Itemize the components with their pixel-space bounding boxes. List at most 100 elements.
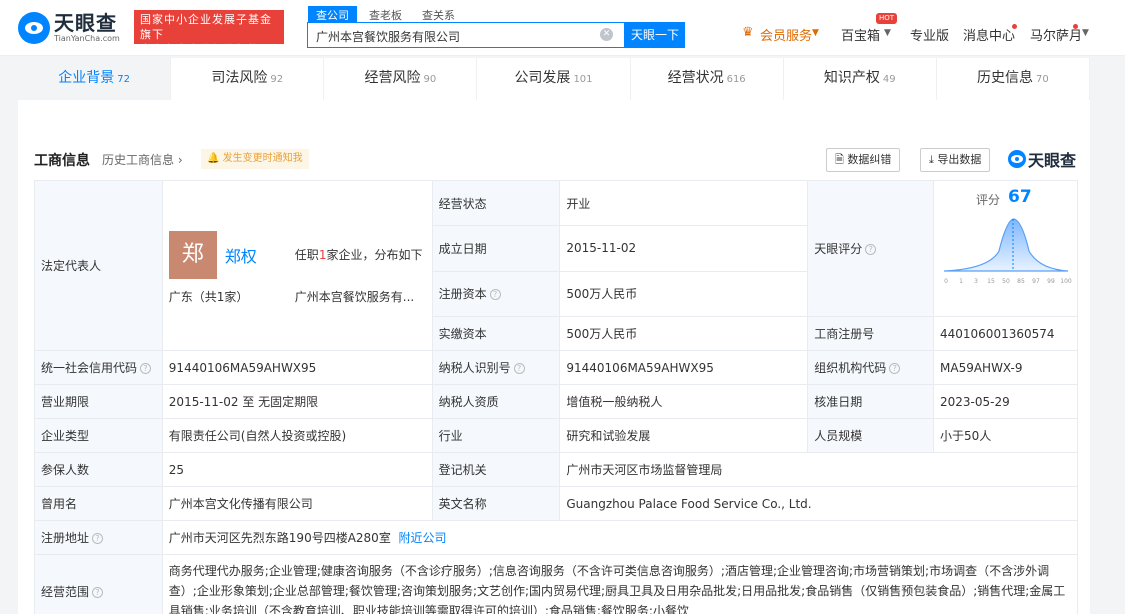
status-value: 开业: [559, 179, 809, 227]
tab-count: 49: [882, 74, 896, 85]
credit-label-cell: 统一社会信用代码?: [34, 350, 163, 385]
legal-rep-positions: 任职1家企业，分布如下: [295, 246, 423, 263]
tab-label: 企业背景: [58, 70, 115, 86]
status-label: 经营状态: [431, 179, 561, 227]
tab-operation[interactable]: 经营状况 616: [631, 58, 784, 100]
regno-label: 工商注册号: [807, 316, 934, 351]
clear-search-icon[interactable]: ✕: [600, 28, 613, 41]
staff-value: 小于50人: [933, 418, 1078, 453]
score-tick-label: 3: [974, 278, 978, 285]
credit-value: 91440106MA59AHWX95: [161, 350, 433, 385]
score-tick-label: 85: [1017, 278, 1025, 285]
score-tick-label: 0: [944, 278, 948, 285]
section-title: 工商信息: [34, 153, 90, 169]
legal-rep-name[interactable]: 郑权: [225, 243, 257, 267]
tab-judicial-risk[interactable]: 司法风险 92: [171, 58, 325, 100]
download-icon: ⤓: [929, 153, 934, 166]
help-icon[interactable]: ?: [889, 363, 901, 374]
bell-icon: 🔔: [207, 153, 220, 164]
tab-count: 616: [726, 74, 746, 85]
capital-label-cell: 注册资本?: [431, 270, 561, 318]
score-tick-label: 50: [1002, 278, 1010, 285]
nearby-companies-link[interactable]: 附近公司: [398, 531, 446, 545]
addr-cell: 广州市天河区先烈东路190号四楼A280室 附近公司: [161, 520, 1079, 555]
score-tick-label: 100: [1060, 278, 1072, 285]
scope-label: 经营范围: [41, 584, 90, 599]
chevron-down-icon: ▼: [884, 28, 891, 38]
brand-watermark: 天眼查: [1008, 147, 1076, 171]
eye-logo-icon: [18, 12, 50, 44]
notify-label: 发生变更时通知我: [222, 153, 303, 164]
taxid-label-cell: 纳税人识别号?: [431, 350, 561, 385]
staff-label: 人员规模: [807, 418, 934, 453]
term-value: 2015-11-02 至 无固定期限: [161, 384, 433, 419]
founded-value: 2015-11-02: [559, 225, 809, 272]
legal-rep-company[interactable]: 广州本宫餐饮服务有...: [295, 288, 414, 305]
tab-count: 70: [1036, 74, 1049, 85]
insured-label: 参保人数: [34, 452, 163, 487]
history-business-link[interactable]: 历史工商信息 ›: [102, 151, 183, 168]
badge-line2: 官方备案企业征信机构: [140, 43, 260, 56]
chevron-down-icon: ▼: [1082, 28, 1089, 38]
former-value: 广州本宫文化传播有限公司: [161, 486, 433, 521]
tab-count: 90: [423, 74, 437, 85]
tab-label: 经营风险: [364, 70, 421, 86]
message-center-link[interactable]: 消息中心: [963, 25, 1015, 44]
pro-version-link[interactable]: 专业版: [910, 25, 949, 44]
score-label-cell: 天眼评分?: [807, 180, 934, 317]
authority-label: 登记机关: [431, 452, 561, 487]
search-button[interactable]: 天眼一下: [625, 22, 685, 48]
capital-value: 500万人民币: [559, 270, 809, 318]
toolbox-menu[interactable]: 百宝箱: [841, 25, 880, 44]
official-badge: 国家中小企业发展子基金旗下 官方备案企业征信机构: [134, 10, 284, 56]
eye-logo-icon: [1008, 150, 1026, 168]
tab-label: 历史信息: [977, 70, 1034, 86]
industry-value: 研究和试验发展: [559, 418, 809, 453]
logo-en-text: TianYanCha.com: [54, 34, 120, 43]
vip-service-menu[interactable]: 会员服务: [760, 25, 812, 44]
tab-label: 经营状况: [667, 70, 724, 86]
help-icon[interactable]: ?: [92, 533, 104, 544]
score-cell: 评分 67 0 1 3 15 50 85 97 99 100: [933, 180, 1078, 317]
tab-history[interactable]: 历史信息 70: [937, 58, 1090, 100]
org-value: MA59AHWX-9: [933, 350, 1078, 385]
industry-label: 行业: [431, 418, 561, 453]
help-icon[interactable]: ?: [140, 363, 152, 374]
tab-label: 知识产权: [823, 70, 880, 86]
tab-business-risk[interactable]: 经营风险 90: [324, 58, 478, 100]
export-data-button[interactable]: ⤓ 导出数据: [920, 148, 991, 172]
taxid-label: 纳税人识别号: [438, 361, 511, 375]
avatar: 郑: [168, 231, 217, 279]
business-info-table: 法定代表人 郑 郑权 任职1家企业，分布如下 广东（共1家） 广州本宫餐饮服务有…: [34, 179, 1079, 614]
tab-count: 101: [573, 74, 593, 85]
legal-rep-province[interactable]: 广东（共1家）: [169, 288, 249, 305]
taxq-label: 纳税人资质: [431, 384, 561, 419]
score-tick-label: 15: [987, 278, 995, 285]
tab-background[interactable]: 企业背景 72: [18, 58, 172, 100]
score-tick-label: 97: [1032, 278, 1040, 285]
tab-development[interactable]: 公司发展 101: [477, 58, 631, 100]
export-label: 导出数据: [937, 153, 982, 166]
approve-value: 2023-05-29: [933, 384, 1078, 419]
help-icon[interactable]: ?: [513, 363, 525, 374]
en-label: 英文名称: [431, 486, 561, 521]
chevron-down-icon: ▼: [812, 28, 819, 38]
help-icon[interactable]: ?: [489, 289, 501, 301]
help-icon[interactable]: ?: [865, 244, 877, 255]
search-input[interactable]: 广州本宫餐饮服务有限公司: [307, 22, 625, 48]
hot-badge: HOT: [876, 13, 898, 24]
type-value: 有限责任公司(自然人投资或控股): [161, 418, 433, 453]
org-label: 组织机构代码: [814, 361, 887, 375]
user-dot: [1073, 24, 1078, 29]
change-notify-button[interactable]: 🔔 发生变更时通知我: [201, 149, 309, 169]
legal-rep-cell: 郑 郑权 任职1家企业，分布如下 广东（共1家） 广州本宫餐饮服务有...: [161, 180, 433, 351]
site-logo[interactable]: 天眼查 TianYanCha.com: [18, 10, 130, 46]
help-icon[interactable]: ?: [92, 586, 104, 598]
addr-label: 注册地址: [41, 531, 90, 545]
correction-label: 数据纠错: [847, 153, 892, 166]
crown-icon: ♛: [742, 25, 754, 40]
data-correction-button[interactable]: 🗎 数据纠错: [826, 148, 901, 172]
tab-ip[interactable]: 知识产权 49: [784, 58, 937, 100]
founded-label: 成立日期: [431, 225, 561, 272]
tab-count: 72: [117, 74, 130, 85]
